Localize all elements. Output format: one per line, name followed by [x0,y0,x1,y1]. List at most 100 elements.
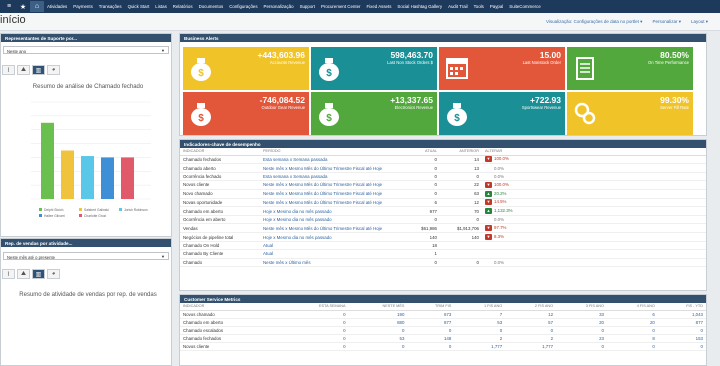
kpi-period-link[interactable]: Neste mês x Mesmo Mês do Último Trimestr… [260,189,400,199]
metric-value[interactable]: 0 [657,326,706,335]
metric-value[interactable]: 0 [505,326,557,335]
metric-value[interactable]: 0 [348,326,408,335]
metric-value[interactable]: 53 [348,334,408,343]
metric-value[interactable]: 673 [407,310,455,319]
home-icon[interactable]: ⌂ [30,1,44,12]
kpi-period-link[interactable]: Hoje x Mesmo dia no mês passado [260,232,400,242]
personalize-link[interactable]: Personalizar ▾ [652,19,681,25]
metric-value[interactable]: 1,777 [505,342,557,351]
nav-item-relatorios[interactable]: Relatórios [170,4,196,9]
nav-item-social-hashtag-gallery[interactable]: Social Hashtag Gallery [394,4,445,9]
metric-value[interactable]: 12 [505,310,557,319]
nav-item-fixed-assets[interactable]: Fixed Assets [364,4,395,9]
metric-value[interactable]: 0 [407,342,455,351]
kpi-period-link[interactable]: Atual [260,241,400,251]
metric-value[interactable]: 0 [280,334,349,343]
metric-value[interactable]: 0 [606,342,658,351]
metric-value[interactable]: 877 [407,318,455,327]
metric-value[interactable]: 0 [407,326,455,335]
pie-chart-icon[interactable]: ◕ [47,269,60,279]
alert-tile[interactable]: $ -746,084.52 Outdoor Gear Revenue [183,92,309,135]
alert-tile[interactable]: 15.00 Last Nonstock Order [439,47,565,90]
kpi-period-link[interactable]: Hoje x Mesmo dia no mês passado [260,206,400,217]
metric-value[interactable]: 190 [348,310,408,319]
metric-value[interactable]: 23 [556,334,607,343]
metric-value[interactable]: 20 [556,318,607,327]
kpi-period-link[interactable]: Esta semana x Semana passada [260,172,400,181]
line-chart-icon[interactable]: ⌇ [2,269,15,279]
metric-value[interactable]: 0 [348,342,408,351]
view-settings-link[interactable]: Visualização: Configurações de data no p… [546,19,643,25]
nav-item-configuracoes[interactable]: Configurações [226,4,260,9]
nav-item-payments[interactable]: Payments [70,4,96,9]
metric-value[interactable]: 7 [454,310,506,319]
metric-value[interactable]: 2 [505,334,557,343]
area-chart-icon[interactable]: ⛰ [17,269,30,279]
metric-value[interactable]: 0 [454,326,506,335]
star-icon[interactable]: ★ [16,1,30,12]
metric-value[interactable]: 1,043 [657,310,706,319]
nav-item-listas[interactable]: Listas [152,4,169,9]
kpi-period-link[interactable]: Neste mês x Último mês [260,258,400,267]
nav-item-atividades[interactable]: Atividades [44,4,70,9]
metric-value[interactable]: 0 [657,342,706,351]
bar-chart-icon[interactable]: ▥ [32,269,45,279]
metric-value[interactable]: 880 [348,318,408,327]
metric-value[interactable]: 0 [280,326,349,335]
metric-value[interactable]: 20 [606,318,658,327]
metric-value[interactable]: 53 [454,318,506,327]
metric-value[interactable]: 0 [556,326,607,335]
metric-value[interactable]: 0 [556,342,607,351]
layout-link[interactable]: Layout ▾ [691,19,708,25]
kpi-period-link[interactable]: Atual [260,249,400,259]
chart-bar[interactable] [121,157,134,199]
nav-item-documentos[interactable]: Documentos [196,4,227,9]
kpi-period-link[interactable]: Neste mês x Mesmo Mês do Último Trimestr… [260,163,400,173]
kpi-period-link[interactable]: Esta semana x Semana passada [260,155,400,165]
kpi-current: 1 [400,249,440,259]
kpi-period-link[interactable]: Hoje x Mesmo dia no mês passado [260,215,400,225]
metric-value[interactable]: 6 [606,310,658,319]
metric-value[interactable]: 57 [505,318,557,327]
metric-value[interactable]: 877 [657,318,706,327]
nav-item-paypal[interactable]: Paypal [487,4,506,9]
metric-value[interactable]: 153 [657,334,706,343]
line-chart-icon[interactable]: ⌇ [2,65,15,75]
alert-tile[interactable]: $598,463.70 Last Non Stock Orders $ [311,47,437,90]
chart-bar[interactable] [61,150,74,200]
area-chart-icon[interactable]: ⛰ [17,65,30,75]
period-select[interactable]: Neste ano ▼ [3,46,169,54]
metric-value[interactable]: 148 [407,334,455,343]
metric-value[interactable]: 1,777 [454,342,506,351]
period-select[interactable]: Neste mês até o presente ▼ [3,252,169,260]
alert-tile[interactable]: $ +13,337.65 Electronics Revenue [311,92,437,135]
nav-item-procurement-center[interactable]: Procurement Center [318,4,364,9]
chart-bar[interactable] [41,122,54,199]
chart-bar[interactable] [81,156,94,199]
nav-item-personalizacao[interactable]: Personalização [261,4,297,9]
nav-item-support[interactable]: Support [297,4,318,9]
nav-item-audit-trail[interactable]: Audit Trail [445,4,471,9]
metric-value[interactable]: 0 [280,310,349,319]
kpi-period-link[interactable]: Neste mês x Mesmo Mês do Último Trimestr… [260,198,400,208]
metric-value[interactable]: 8 [606,334,658,343]
nav-item-quick-start[interactable]: Quick Start [125,4,153,9]
metric-value[interactable]: 33 [556,310,607,319]
alert-tile[interactable]: $ +443,603.96 Accounts Revenue [183,47,309,90]
alert-tile[interactable]: 80.50% On Time Performance [567,47,693,90]
kpi-period-link[interactable]: Neste mês x Mesmo Mês do Último Trimestr… [260,223,400,234]
chart-bar[interactable] [101,157,114,199]
metric-value[interactable]: 0 [280,318,349,327]
alert-tile[interactable]: $ +722.93 Sportswear Revenue [439,92,565,135]
metric-value[interactable]: 2 [454,334,506,343]
kpi-period-link[interactable]: Neste mês x Mesmo Mês do Último Trimestr… [260,180,400,190]
metric-value[interactable]: 0 [606,326,658,335]
alert-tile[interactable]: 99.30% Server Fill Rate [567,92,693,135]
metric-value[interactable]: 0 [280,342,349,351]
bar-chart-icon[interactable]: ▥ [32,65,45,75]
pie-chart-icon[interactable]: ◕ [47,65,60,75]
menu-icon[interactable]: ≡ [2,1,16,12]
nav-item-transacoes[interactable]: Transações [96,4,125,9]
nav-item-tools[interactable]: Tools [471,4,487,9]
nav-item-suitecommerce[interactable]: SuiteCommerce [506,4,543,9]
